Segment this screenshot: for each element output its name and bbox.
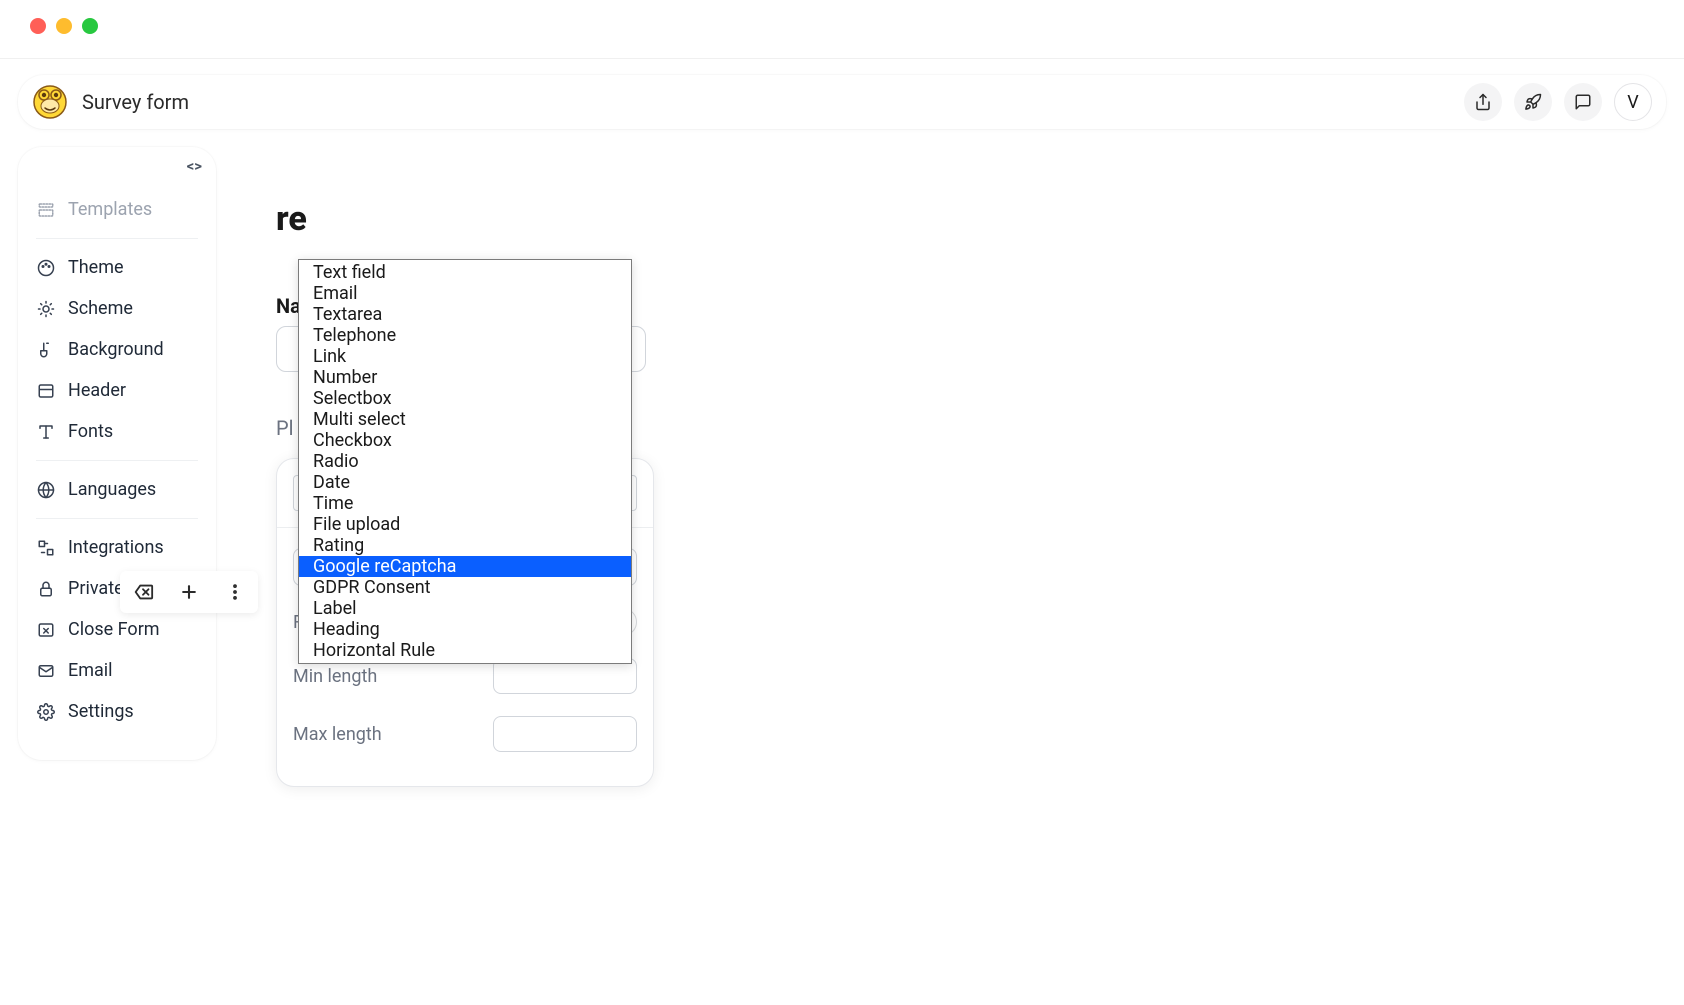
sidebar-item-background[interactable]: Background [18,329,216,370]
header-icon [36,381,56,401]
type-icon [36,422,56,442]
sidebar: <> Templates Theme Scheme Background Hea… [18,147,216,760]
sidebar-item-header[interactable]: Header [18,370,216,411]
field-toolbar [120,571,258,613]
comment-button[interactable] [1564,83,1602,121]
window-minimize-dot[interactable] [56,18,72,34]
sidebar-item-label: Languages [68,479,156,500]
sidebar-item-close-form[interactable]: Close Form [18,609,216,650]
sidebar-item-label: Templates [68,199,152,220]
dropdown-option[interactable]: Selectbox [299,388,631,409]
gear-icon [36,702,56,722]
sidebar-item-label: Settings [68,701,134,722]
dropdown-option[interactable]: Date [299,472,631,493]
sidebar-item-integrations[interactable]: Integrations [18,527,216,568]
sidebar-item-label: Close Form [68,619,160,640]
publish-button[interactable] [1514,83,1552,121]
delete-field-button[interactable] [126,575,160,609]
sun-icon [36,299,56,319]
palette-icon [36,258,56,278]
sidebar-item-languages[interactable]: Languages [18,469,216,510]
dropdown-option[interactable]: Textarea [299,304,631,325]
separator [36,460,198,461]
min-length-label: Min length [293,666,377,687]
sidebar-item-label: Scheme [68,298,133,319]
window-zoom-dot[interactable] [82,18,98,34]
dropdown-option[interactable]: Google reCaptcha [299,556,631,577]
dropdown-option[interactable]: Link [299,346,631,367]
sidebar-item-label: Integrations [68,537,164,558]
dropdown-option[interactable]: Time [299,493,631,514]
dropdown-option[interactable]: Email [299,283,631,304]
sidebar-item-label: Background [68,339,164,360]
dropdown-option[interactable]: Radio [299,451,631,472]
form-heading[interactable]: re [276,199,696,239]
templates-icon [36,200,56,220]
dropdown-option[interactable]: Label [299,598,631,619]
dropdown-option[interactable]: File upload [299,514,631,535]
window-controls [0,0,1684,59]
dropdown-option[interactable]: Multi select [299,409,631,430]
dropdown-option[interactable]: Rating [299,535,631,556]
code-toggle-button[interactable]: <> [187,157,202,175]
max-length-label: Max length [293,724,382,745]
sidebar-item-fonts[interactable]: Fonts [18,411,216,452]
max-length-input[interactable] [493,716,637,752]
dropdown-option[interactable]: Heading [299,619,631,640]
app-logo [32,84,68,120]
window-close-dot[interactable] [30,18,46,34]
field-type-dropdown[interactable]: Text fieldEmailTextareaTelephoneLinkNumb… [298,259,632,664]
mail-icon [36,661,56,681]
share-button[interactable] [1464,83,1502,121]
globe-icon [36,480,56,500]
sidebar-item-theme[interactable]: Theme [18,247,216,288]
sidebar-item-label: Header [68,380,126,401]
sidebar-item-templates[interactable]: Templates [18,189,216,230]
close-form-icon [36,620,56,640]
page-title[interactable]: Survey form [82,90,189,114]
integrations-icon [36,538,56,558]
separator [36,518,198,519]
dropdown-option[interactable]: Telephone [299,325,631,346]
sidebar-item-scheme[interactable]: Scheme [18,288,216,329]
sidebar-item-label: Theme [68,257,124,278]
sidebar-item-email[interactable]: Email [18,650,216,691]
more-options-button[interactable] [218,575,252,609]
sidebar-item-label: Fonts [68,421,113,442]
dropdown-option[interactable]: Checkbox [299,430,631,451]
separator [36,238,198,239]
lock-icon [36,579,56,599]
header-bar: Survey form V [18,75,1666,129]
dropdown-option[interactable]: Text field [299,262,631,283]
sidebar-item-label: Email [68,660,113,681]
dropdown-option[interactable]: Horizontal Rule [299,640,631,661]
brush-icon [36,340,56,360]
user-avatar[interactable]: V [1614,83,1652,121]
dropdown-option[interactable]: GDPR Consent [299,577,631,598]
add-field-button[interactable] [172,575,206,609]
sidebar-item-settings[interactable]: Settings [18,691,216,732]
dropdown-option[interactable]: Number [299,367,631,388]
